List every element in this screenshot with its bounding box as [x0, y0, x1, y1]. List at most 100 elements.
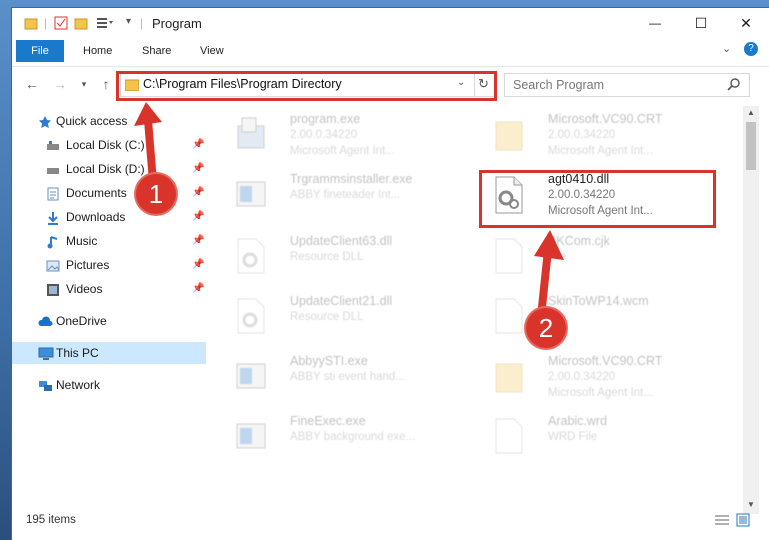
file-description: ABBY sti event hand...: [290, 371, 405, 383]
help-icon[interactable]: ?: [744, 42, 758, 56]
drive-icon: [46, 138, 60, 152]
sidebar-item-label: Documents: [66, 186, 127, 200]
status-bar: 195 items: [12, 510, 769, 532]
customize-toolbar-icon[interactable]: ▾: [126, 16, 131, 30]
music-icon: [46, 234, 60, 249]
file-description: ABBY background exe...: [290, 431, 416, 443]
file-name: UpdateClient21.dll: [290, 294, 393, 308]
sidebar-item-label: Music: [66, 234, 98, 248]
file-item[interactable]: AbbyySTI.exe ABBY sti event hand...: [222, 350, 462, 406]
vertical-scrollbar[interactable]: ▲ ▼: [743, 106, 759, 514]
file-description: Resource DLL: [290, 251, 364, 263]
file-name: Trgrammsinstaller.exe: [290, 172, 413, 186]
file-item[interactable]: UpdateClient63.dll Resource DLL: [222, 230, 462, 286]
file-name: UpdateClient63.dll: [290, 234, 393, 248]
file-item[interactable]: program.exe 2.00.0.34220 Microsoft Agent…: [222, 108, 462, 164]
close-button[interactable]: ✕: [723, 8, 769, 38]
sidebar-item-label: This PC: [56, 346, 99, 360]
search-input[interactable]: Search Program: [513, 78, 604, 92]
videos-icon: [46, 282, 60, 296]
pictures-icon: [46, 258, 60, 272]
file-name: FineExec.exe: [290, 414, 366, 428]
exe-icon: [236, 176, 266, 214]
scroll-up-icon[interactable]: ▲: [747, 108, 755, 117]
sidebar-item-this-pc[interactable]: This PC: [12, 342, 206, 364]
sidebar-item-label: Pictures: [66, 258, 110, 272]
sidebar-item-label: Videos: [66, 282, 103, 296]
file-description: WRD File: [548, 431, 598, 443]
file-item[interactable]: BKCom.cjk File: [480, 230, 720, 286]
close-icon: ✕: [740, 14, 752, 31]
tab-home[interactable]: Home: [83, 41, 112, 61]
drive-icon: [46, 162, 60, 176]
file-version: 2.00.0.34220: [548, 371, 616, 383]
large-icons-view-icon[interactable]: [736, 513, 750, 530]
tab-view[interactable]: View: [200, 41, 224, 61]
star-icon: [38, 114, 52, 128]
minimize-button[interactable]: —: [632, 8, 678, 38]
forward-button[interactable]: →: [52, 76, 68, 92]
sidebar-item-label: Quick access: [56, 114, 128, 128]
file-name: AbbyySTI.exe: [290, 354, 368, 368]
sidebar-item-label: OneDrive: [56, 314, 107, 328]
back-button[interactable]: ←: [24, 76, 40, 92]
maximize-icon: ☐: [694, 14, 708, 31]
sidebar-item-network[interactable]: Network: [12, 374, 206, 396]
file-item[interactable]: Arabic.wrd WRD File: [480, 410, 720, 466]
file-description: ABBY fineteader Int...: [290, 189, 401, 201]
separator: |: [44, 16, 48, 30]
minimize-icon: —: [649, 16, 661, 30]
downloads-icon: [46, 210, 60, 225]
item-count: 195 items: [26, 514, 76, 526]
sidebar-item-downloads[interactable]: Downloads 📌: [12, 206, 206, 228]
file-item[interactable]: UpdateClient21.dll Resource DLL: [222, 290, 462, 346]
title-bar: | ▾ | Program — ☐ ✕: [12, 8, 769, 38]
details-view-icon[interactable]: [714, 514, 730, 529]
ribbon-tabs: File Home Share View ⌄ ?: [12, 38, 769, 62]
file-description: Microsoft Agent Int...: [548, 387, 653, 399]
exe-icon: [236, 116, 266, 154]
exe-icon: [236, 358, 266, 396]
file-item[interactable]: FineExec.exe ABBY background exe...: [222, 410, 462, 466]
properties-icon[interactable]: [54, 16, 68, 30]
pin-icon: 📌: [192, 211, 205, 222]
window-title: Program: [152, 16, 202, 31]
file-item[interactable]: SkinToWP14.wcm File: [480, 290, 720, 346]
search-box[interactable]: Search Program: [504, 73, 750, 97]
file-name: Microsoft.VC90.CRT: [548, 112, 663, 126]
scroll-down-icon[interactable]: ▼: [747, 500, 755, 509]
file-item[interactable]: Microsoft.VC90.CRT 2.00.0.34220 Microsof…: [480, 108, 720, 164]
sidebar-item-onedrive[interactable]: OneDrive: [12, 310, 206, 332]
separator: |: [140, 16, 144, 30]
callout-1: 1: [136, 174, 176, 214]
expand-ribbon-icon[interactable]: ⌄: [722, 42, 731, 55]
view-icon[interactable]: [96, 16, 114, 30]
sidebar-item-music[interactable]: Music 📌: [12, 230, 206, 252]
pin-icon: 📌: [192, 235, 205, 246]
file-version: 2.00.0.34220: [548, 129, 616, 141]
network-icon: [38, 378, 52, 392]
file-description: Resource DLL: [290, 311, 364, 323]
file-item[interactable]: Trgrammsinstaller.exe ABBY fineteader In…: [222, 168, 462, 224]
documents-icon: [46, 186, 60, 201]
new-folder-icon[interactable]: [74, 16, 88, 30]
maximize-button[interactable]: ☐: [678, 8, 724, 38]
folder-icon: [24, 16, 38, 30]
search-icon: [727, 77, 741, 94]
tab-share[interactable]: Share: [142, 41, 171, 61]
pin-icon: 📌: [192, 283, 205, 294]
scrollbar-thumb[interactable]: [746, 122, 756, 170]
sidebar-item-label: Downloads: [66, 210, 126, 224]
cloud-icon: [38, 314, 53, 328]
recent-locations-button[interactable]: ▾: [76, 76, 92, 92]
pin-icon: 📌: [192, 139, 205, 150]
dll-icon: [236, 298, 266, 336]
explorer-window: | ▾ | Program — ☐ ✕ File Home Share View…: [12, 8, 769, 540]
file-name: Microsoft.VC90.CRT: [548, 354, 663, 368]
sidebar-item-pictures[interactable]: Pictures 📌: [12, 254, 206, 276]
up-button[interactable]: ↑: [98, 76, 114, 92]
tab-file[interactable]: File: [16, 40, 64, 62]
sidebar-item-videos[interactable]: Videos 📌: [12, 278, 206, 300]
file-list: program.exe 2.00.0.34220 Microsoft Agent…: [222, 106, 742, 512]
file-item[interactable]: Microsoft.VC90.CRT 2.00.0.34220 Microsof…: [480, 350, 720, 406]
